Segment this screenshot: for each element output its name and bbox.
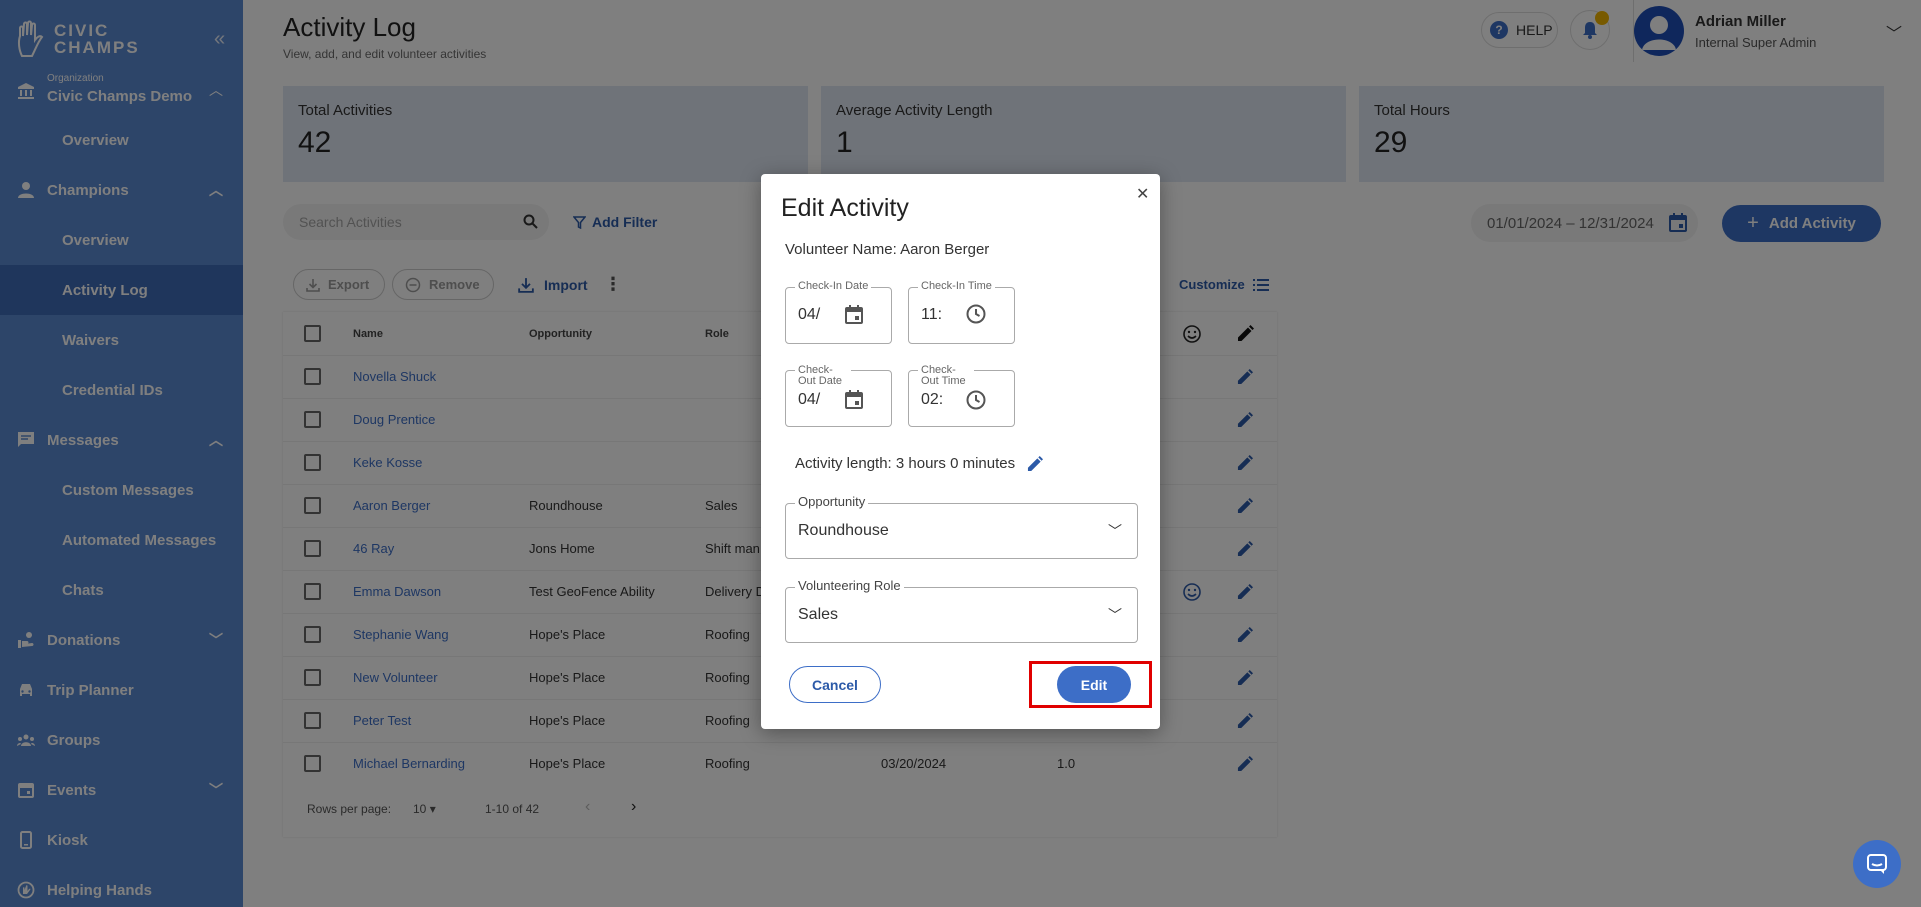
edit-activity-dialog: Edit Activity ✕ Volunteer Name: Aaron Be…	[761, 174, 1160, 729]
calendar-icon[interactable]	[845, 305, 863, 324]
checkin-date-value: 04/	[798, 306, 821, 323]
volunteering-role-select[interactable]: Volunteering Role Sales ﹀	[785, 579, 1138, 643]
checkout-time-field[interactable]: Check-Out Time 02:	[908, 365, 1015, 427]
close-icon[interactable]: ✕	[1136, 184, 1149, 204]
field-label: Check-In Time	[918, 280, 995, 293]
dialog-title: Edit Activity	[781, 194, 909, 222]
edit-button[interactable]: Edit	[1057, 666, 1131, 703]
field-label: Check-In Date	[795, 280, 872, 293]
opportunity-value: Roundhouse	[798, 522, 889, 539]
cancel-button[interactable]: Cancel	[789, 666, 881, 703]
opportunity-select[interactable]: Opportunity Roundhouse ﹀	[785, 495, 1138, 559]
activity-length: Activity length: 3 hours 0 minutes	[795, 455, 1016, 472]
calendar-icon[interactable]	[845, 390, 863, 409]
clock-icon[interactable]	[966, 390, 986, 410]
checkout-time-value: 02:	[921, 391, 944, 408]
volunteer-name: Volunteer Name: Aaron Berger	[785, 241, 990, 258]
chat-icon	[1867, 854, 1887, 874]
edit-length-pencil-icon[interactable]	[1027, 456, 1043, 472]
checkout-date-field[interactable]: Check-Out Date 04/	[785, 365, 892, 427]
checkin-time-value: 11:	[921, 306, 943, 323]
clock-icon[interactable]	[966, 304, 986, 324]
field-label: Opportunity	[795, 495, 869, 508]
checkout-date-value: 04/	[798, 391, 821, 408]
checkin-time-field[interactable]: Check-In Time 11:	[908, 280, 1015, 344]
chevron-down-icon: ﹀	[1108, 607, 1122, 623]
field-label: Volunteering Role	[795, 579, 904, 592]
field-label: Check-Out Date	[795, 365, 851, 387]
role-value: Sales	[798, 606, 839, 623]
field-label: Check-Out Time	[918, 365, 974, 387]
chat-launcher-button[interactable]	[1853, 840, 1901, 888]
chevron-down-icon: ﹀	[1108, 523, 1122, 539]
checkin-date-field[interactable]: Check-In Date 04/	[785, 280, 892, 344]
